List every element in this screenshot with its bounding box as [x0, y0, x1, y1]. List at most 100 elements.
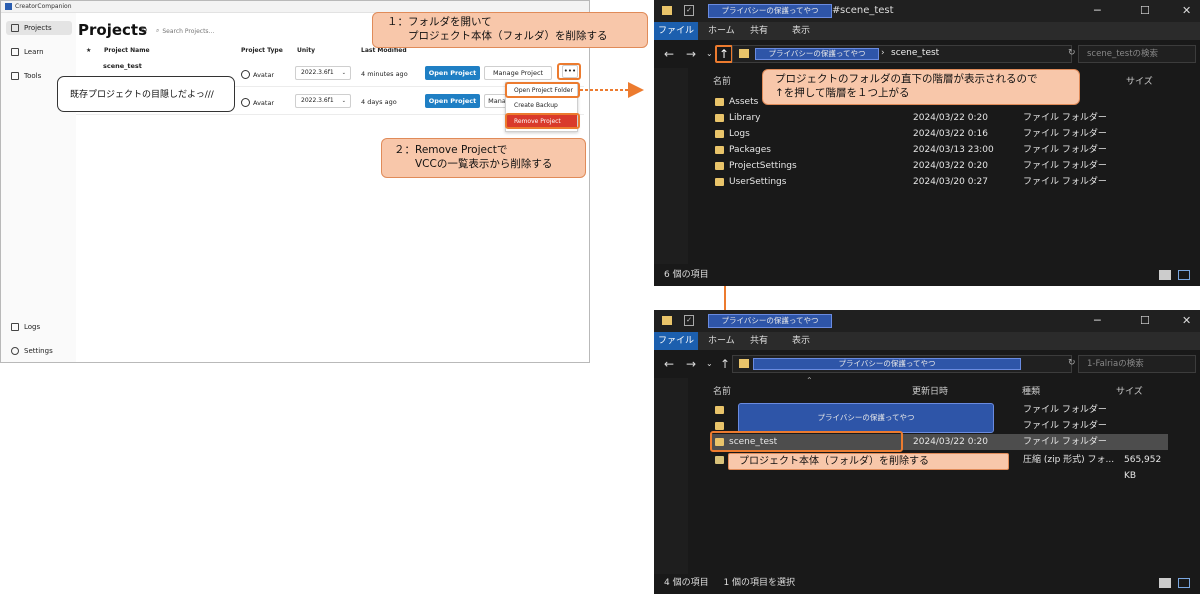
chevron-down-icon[interactable]: ⌄	[706, 49, 713, 58]
callout-hint-line2: ↑を押して階層を１つ上がる	[775, 87, 910, 99]
back-arrow-icon[interactable]: ←	[664, 357, 674, 371]
list-item[interactable]: Packages 2024/03/13 23:00 ファイル フォルダー	[712, 142, 1168, 158]
col-head-name[interactable]: 名前	[713, 384, 731, 397]
list-item[interactable]: ProjectSettings 2024/03/22 0:20 ファイル フォル…	[712, 158, 1168, 174]
unity-version-select[interactable]: 2022.3.6f1 ⌄	[295, 94, 351, 108]
folder-icon	[715, 114, 724, 122]
selection-count: 1 個の項目を選択	[723, 578, 796, 588]
folder-icon	[715, 130, 724, 138]
close-icon[interactable]: ✕	[1182, 314, 1191, 327]
explorer-window-bottom: ✓ プライバシーの保護ってやつ ─ ☐ ✕ ファイル ホーム 共有 表示 ← →…	[654, 310, 1200, 594]
sidebar-item-label: Projects	[24, 24, 52, 32]
book-icon	[11, 48, 19, 56]
project-type-label: Avatar	[253, 98, 275, 107]
up-arrow-icon[interactable]: ↑	[715, 45, 733, 63]
col-head-project-name[interactable]: Project Name	[104, 47, 150, 54]
tiles-view-icon[interactable]	[1178, 270, 1190, 280]
sidebar-item-label: Logs	[24, 323, 41, 331]
col-head-name[interactable]: 名前	[713, 74, 731, 87]
sidebar-item-settings[interactable]: Settings	[6, 344, 72, 358]
col-head-favorite[interactable]: ★	[86, 47, 91, 54]
col-head-size[interactable]: サイズ	[1126, 74, 1153, 87]
folder-icon	[739, 359, 749, 368]
item-date: 2024/03/13 23:00	[913, 145, 994, 155]
forward-arrow-icon[interactable]: →	[686, 357, 696, 371]
menu-item-create-backup[interactable]: Create Backup	[507, 99, 577, 112]
col-head-last-modified[interactable]: Last Modified	[361, 47, 407, 54]
manage-project-button[interactable]: Manage Project	[484, 66, 552, 80]
sidebar-item-projects[interactable]: Projects	[6, 21, 72, 35]
sidebar-item-logs[interactable]: Logs	[6, 320, 72, 334]
open-project-button[interactable]: Open Project	[425, 94, 480, 108]
tab-view[interactable]: 表示	[792, 332, 810, 350]
search-box[interactable]: ⌕	[156, 25, 336, 37]
project-type: Avatar	[241, 70, 274, 79]
breadcrumb-current[interactable]: scene_test	[891, 48, 939, 58]
tiles-view-icon[interactable]	[1178, 578, 1190, 588]
tab-home[interactable]: ホーム	[708, 332, 735, 350]
tools-icon	[11, 72, 19, 80]
maximize-icon[interactable]: ☐	[1140, 4, 1150, 17]
vcc-window: CreatorCompanion Projects Learn Tools Lo…	[0, 0, 590, 363]
tab-view[interactable]: 表示	[792, 22, 810, 40]
item-size: 565,952 KB	[1124, 455, 1162, 481]
sidebar-item-learn[interactable]: Learn	[6, 45, 72, 59]
item-type: ファイル フォルダー	[1023, 145, 1107, 155]
minimize-icon[interactable]: ─	[1094, 314, 1101, 327]
grid-icon	[11, 24, 19, 32]
sidebar-item-label: Settings	[24, 347, 53, 355]
list-item[interactable]: Logs 2024/03/22 0:16 ファイル フォルダー	[712, 126, 1168, 142]
tab-share[interactable]: 共有	[750, 22, 768, 40]
unity-version-value: 2022.3.6f1	[301, 69, 334, 76]
privacy-cover: プライバシーの保護ってやつ	[738, 403, 994, 433]
col-head-unity[interactable]: Unity	[297, 47, 315, 54]
maximize-icon[interactable]: ☐	[1140, 314, 1150, 327]
col-head-size[interactable]: サイズ	[1116, 384, 1143, 397]
item-date: 2024/03/20 0:27	[913, 177, 988, 187]
address-bar[interactable]: プライバシーの保護ってやつ › scene_test	[732, 45, 1072, 63]
highlight-open-folder	[505, 82, 580, 98]
up-arrow-icon[interactable]: ↑	[720, 357, 730, 371]
refresh-icon[interactable]: ↻	[1068, 48, 1076, 58]
item-name: ProjectSettings	[729, 161, 797, 171]
privacy-cover: プライバシーの保護ってやつ	[755, 48, 879, 60]
details-view-icon[interactable]	[1159, 270, 1171, 280]
item-type: 圧縮 (zip 形式) フォ...	[1023, 455, 1115, 465]
unity-version-select[interactable]: 2022.3.6f1 ⌄	[295, 66, 351, 80]
minimize-icon[interactable]: ─	[1094, 4, 1101, 17]
avatar-icon	[241, 98, 250, 107]
list-item[interactable]: Library 2024/03/22 0:20 ファイル フォルダー	[712, 110, 1168, 126]
close-icon[interactable]: ✕	[1182, 4, 1191, 17]
item-date: 2024/03/22 0:16	[913, 129, 988, 139]
address-bar[interactable]: プライバシーの保護ってやつ	[732, 355, 1072, 373]
callout-delete-hint: プロジェクト本体（フォルダ）を削除する	[728, 453, 1009, 470]
privacy-cover: プライバシーの保護ってやつ	[708, 4, 832, 18]
back-arrow-icon[interactable]: ←	[664, 47, 674, 61]
refresh-icon[interactable]: ↻	[1068, 358, 1076, 368]
tab-file[interactable]: ファイル	[654, 22, 698, 40]
ribbon-tabs: ファイル ホーム 共有 表示	[654, 22, 1200, 40]
breadcrumb-separator: ›	[881, 48, 885, 58]
chevron-down-icon[interactable]: ⌄	[706, 359, 713, 368]
open-project-button[interactable]: Open Project	[425, 66, 480, 80]
search-field[interactable]: 1-Falriaの検索	[1078, 355, 1196, 373]
tab-share[interactable]: 共有	[750, 332, 768, 350]
list-item[interactable]: UserSettings 2024/03/20 0:27 ファイル フォルダー	[712, 174, 1168, 190]
item-name: UserSettings	[729, 177, 787, 187]
search-field[interactable]: scene_testの検索	[1078, 45, 1196, 63]
forward-arrow-icon[interactable]: →	[686, 47, 696, 61]
refresh-icon[interactable]: ↻	[140, 26, 148, 36]
item-count: 6 個の項目	[664, 270, 709, 280]
col-head-type[interactable]: 種類	[1022, 384, 1040, 397]
highlight-remove-project	[505, 113, 580, 129]
tab-file[interactable]: ファイル	[654, 332, 698, 350]
highlight-scene-test	[710, 431, 903, 452]
tab-home[interactable]: ホーム	[708, 22, 735, 40]
item-type: ファイル フォルダー	[1023, 113, 1107, 123]
col-head-project-type[interactable]: Project Type	[241, 47, 283, 54]
project-type: Avatar	[241, 98, 274, 107]
search-input[interactable]	[162, 27, 313, 35]
col-head-date[interactable]: 更新日時	[912, 384, 948, 397]
item-date: 2024/03/22 0:20	[913, 161, 988, 171]
details-view-icon[interactable]	[1159, 578, 1171, 588]
